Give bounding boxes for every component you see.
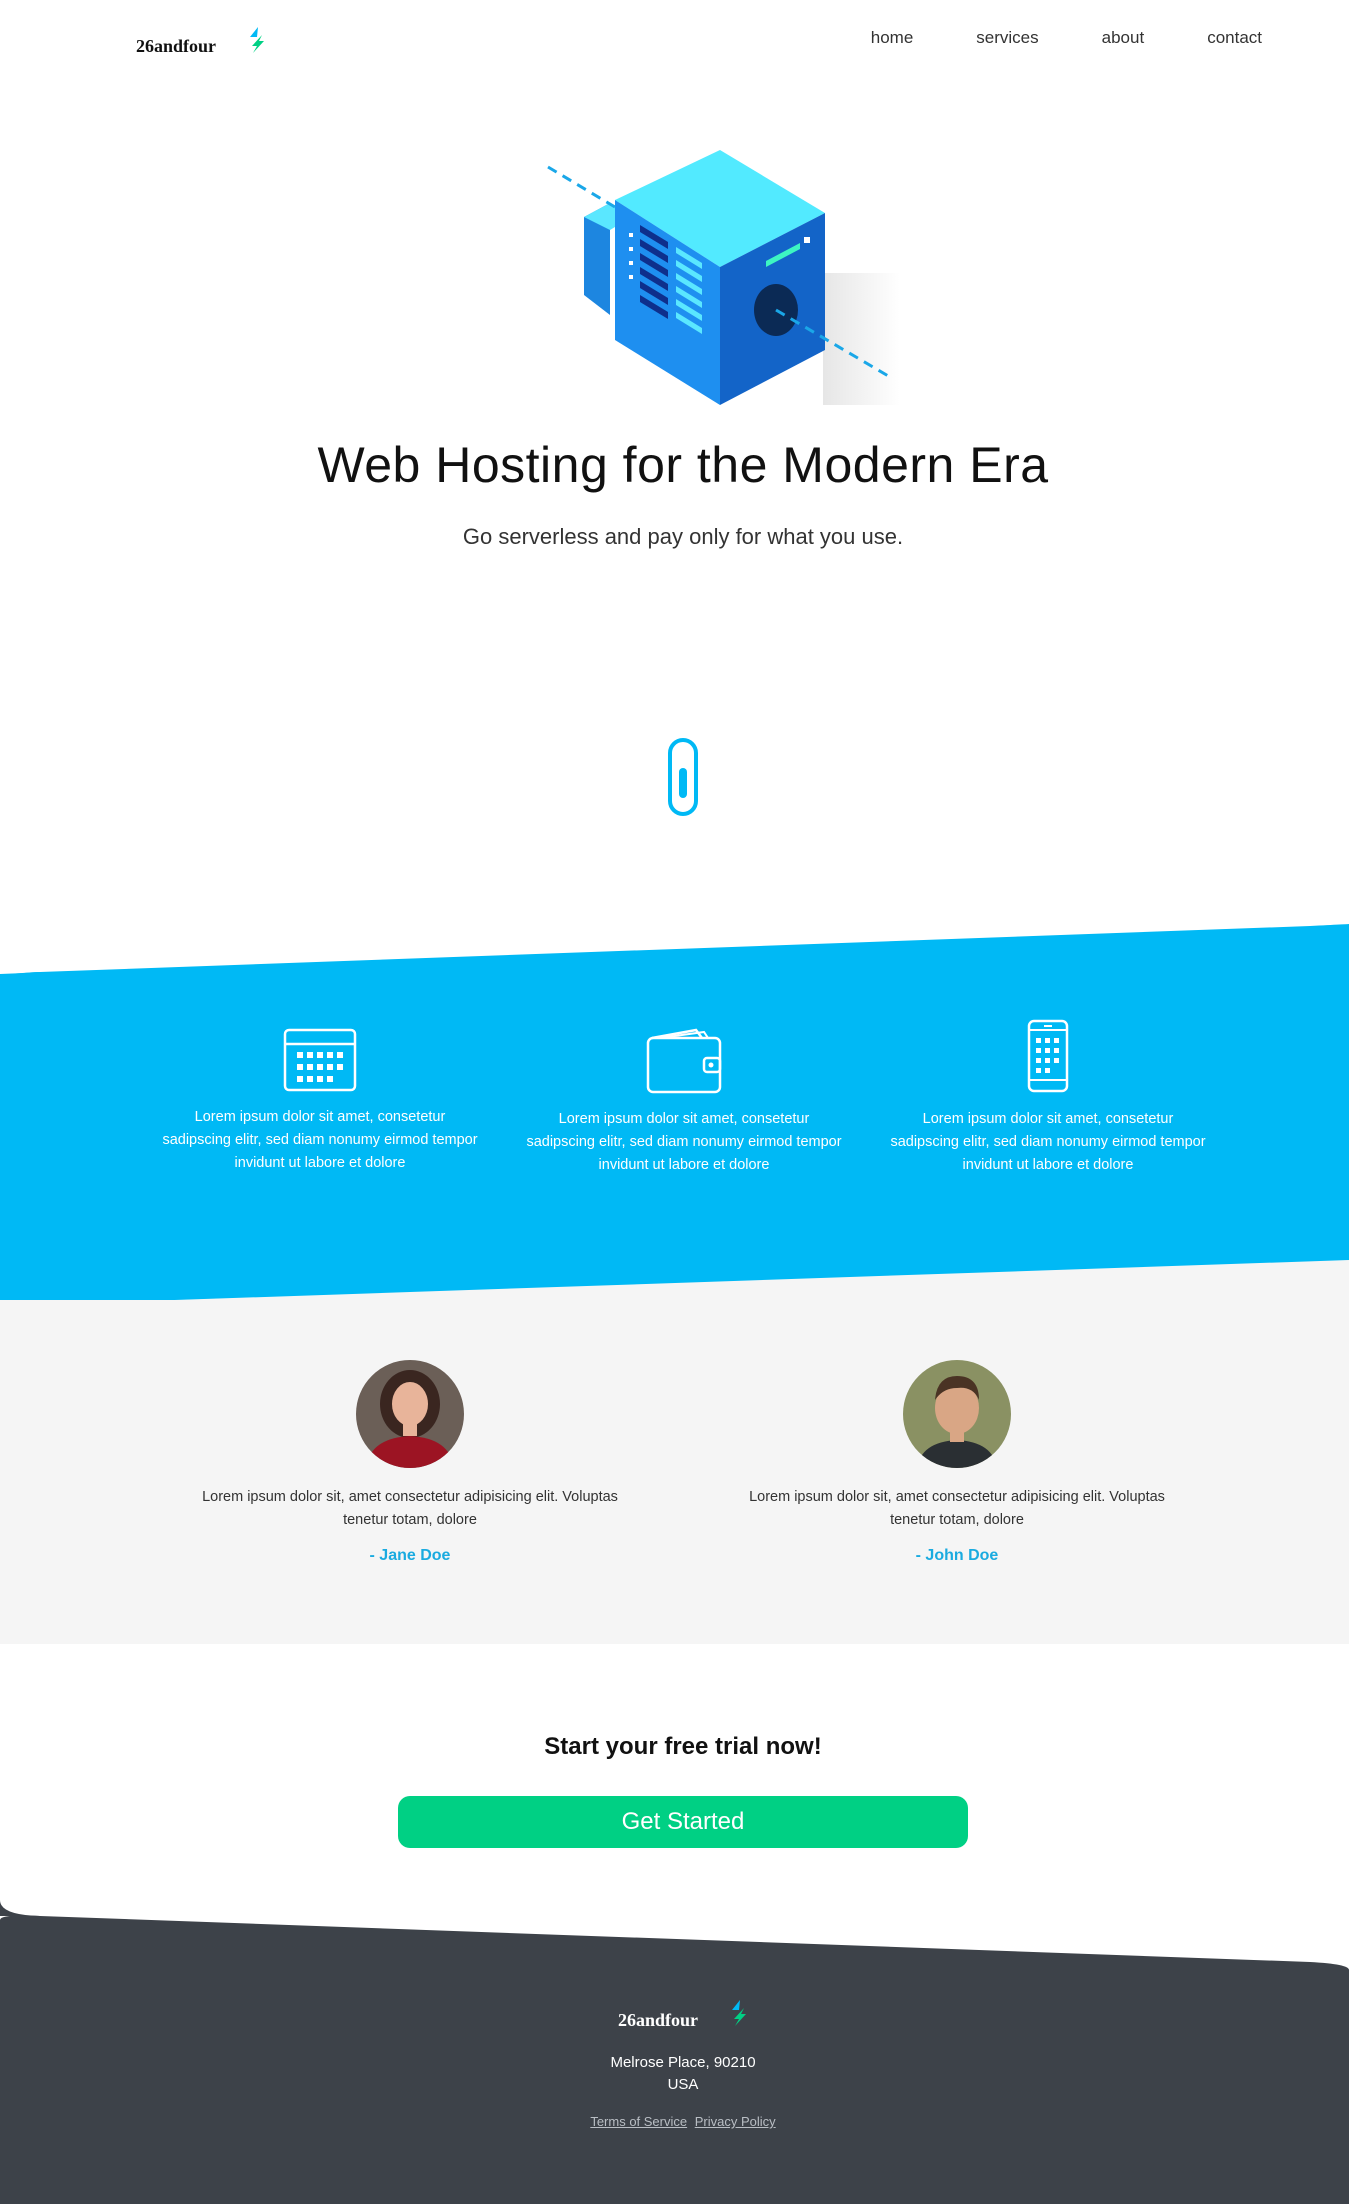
get-started-button[interactable]: Get Started [398,1796,968,1848]
privacy-link[interactable]: Privacy Policy [695,2114,776,2129]
calendar-icon [283,1028,357,1092]
testimonial-quote-1: Lorem ipsum dolor sit, amet consectetur … [202,1489,618,1528]
server-illustration [547,150,900,405]
brand-logo-text[interactable]: 26andfour [136,36,216,57]
testimonial-author-1: - Jane Doe [369,1547,451,1564]
feature-text-1: Lorem ipsum dolor sit amet, consetetur s… [162,1109,478,1171]
feature-text-3: Lorem ipsum dolor sit amet, consetetur s… [890,1111,1206,1173]
terms-link[interactable]: Terms of Service [590,2114,687,2129]
nav-about[interactable]: about [1102,28,1145,48]
testimonial-quote-2: Lorem ipsum dolor sit, amet consectetur … [749,1489,1165,1528]
brand-bolt-icon [250,27,264,53]
feature-item-3: Lorem ipsum dolor sit amet, consetetur s… [888,1018,1208,1177]
testimonial-2: Lorem ipsum dolor sit, amet consectetur … [737,1360,1177,1567]
hero-subtitle: Go serverless and pay only for what you … [462,524,904,549]
nav-services[interactable]: services [976,28,1038,48]
scroll-down-icon[interactable] [668,738,698,816]
nav-home[interactable]: home [871,28,914,48]
footer-brand-logo[interactable]: 26andfour [618,2010,698,2031]
top-navbar: 26andfour home services about contact [0,0,1349,80]
band-bottom-edge [0,1260,1349,1312]
feature-item-1: Lorem ipsum dolor sit amet, consetetur s… [160,1028,480,1175]
hero-title: Web Hosting for the Modern Era [317,437,1049,493]
avatar-john [903,1360,1011,1468]
footer-links: Terms of Service Privacy Policy [0,2114,1349,2129]
feature-text-2: Lorem ipsum dolor sit amet, consetetur s… [526,1111,842,1173]
phone-icon [1027,1019,1069,1093]
footer-address-line1: Melrose Place, 90210 [610,2054,756,2071]
wallet-icon [646,1028,722,1094]
testimonial-1: Lorem ipsum dolor sit, amet consectetur … [190,1360,630,1567]
feature-item-2: Lorem ipsum dolor sit amet, consetetur s… [524,1028,844,1177]
avatar-jane [356,1360,464,1468]
footer-address-line2: USA [667,2076,699,2093]
footer-address: Melrose Place, 90210 USA [0,2052,1349,2096]
nav-links: home services about contact [808,28,1262,48]
footer-bolt-icon [732,2000,746,2026]
testimonial-author-2: - John Doe [915,1547,999,1564]
cta-title: Start your free trial now! [544,1733,822,1760]
nav-contact[interactable]: contact [1207,28,1262,48]
